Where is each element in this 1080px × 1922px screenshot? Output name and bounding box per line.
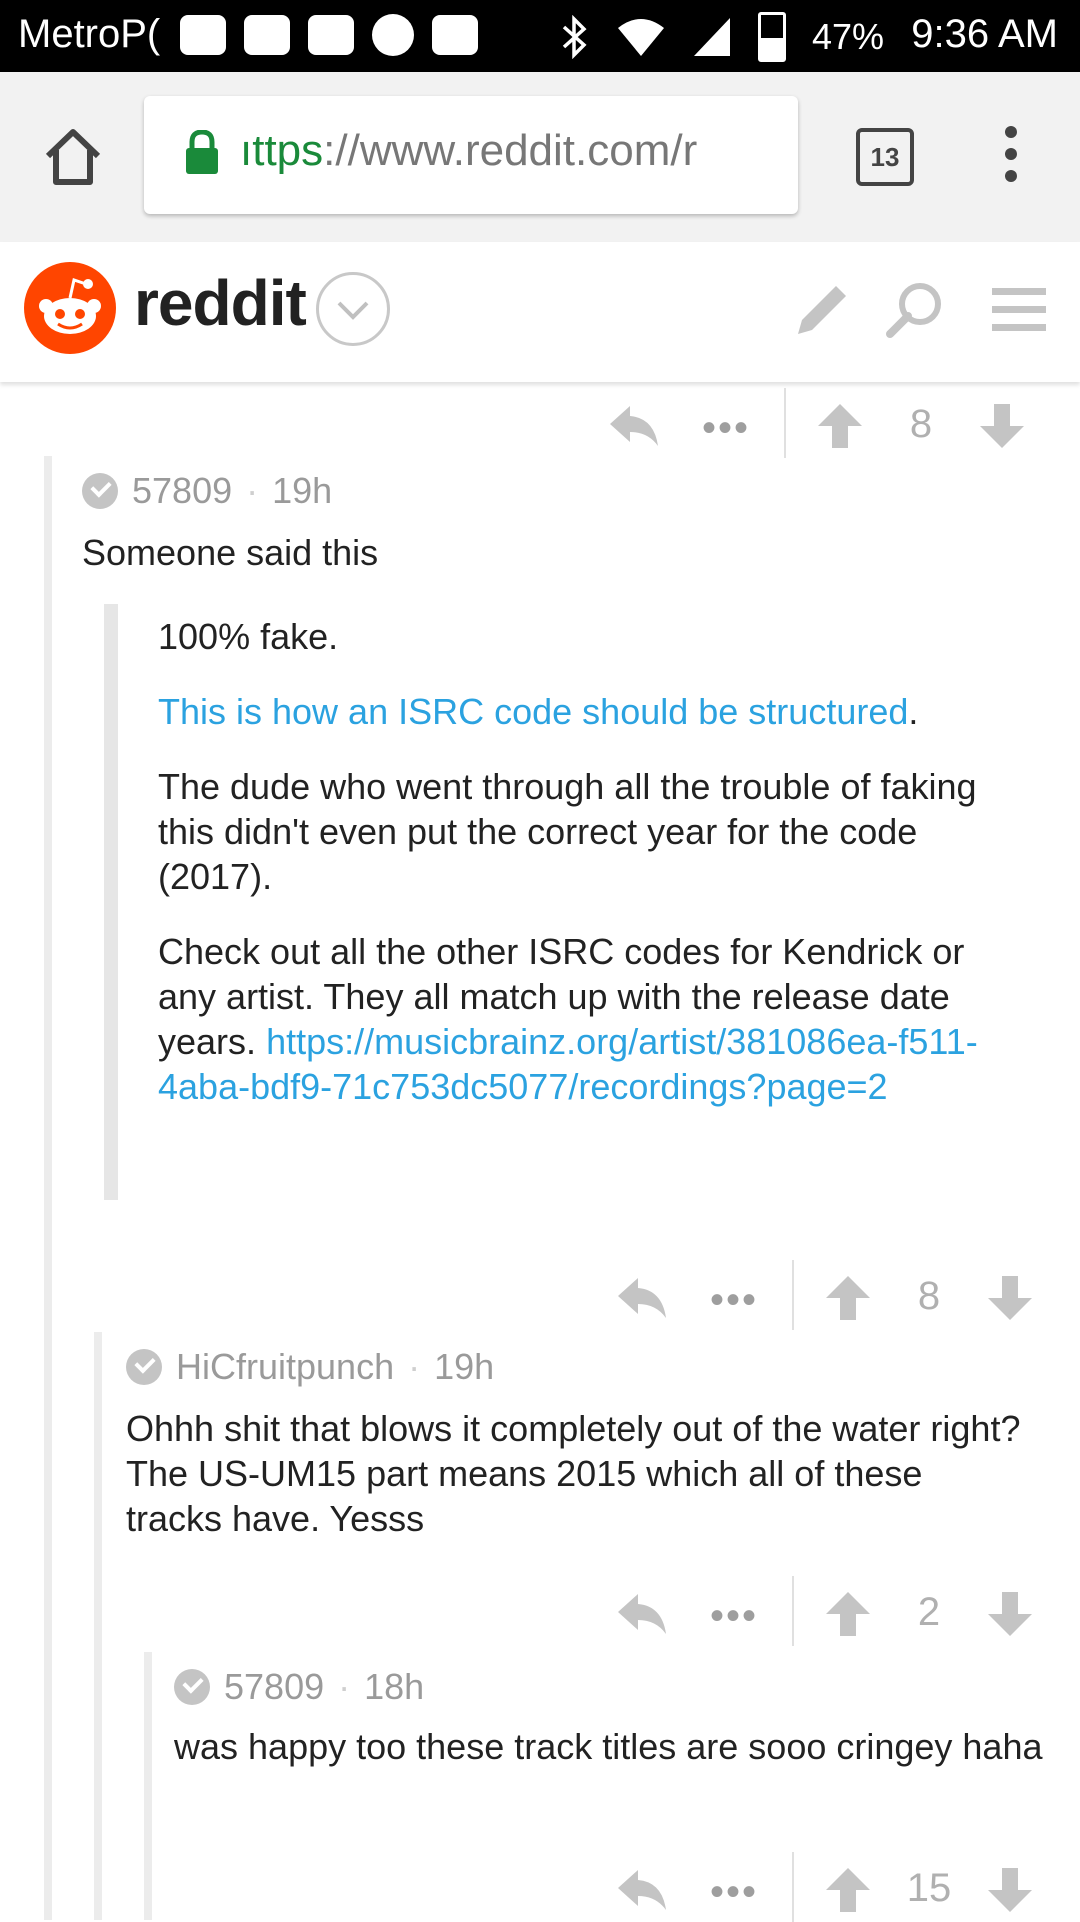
battery-percent: 47% (812, 16, 885, 57)
upvote-arrow-icon[interactable] (816, 402, 864, 450)
comment-age: 19h (272, 470, 333, 511)
isrc-structure-link[interactable]: This is how an ISRC code should be struc… (158, 691, 908, 732)
carrier-name: MetroP( (18, 12, 161, 56)
youtube-icon (308, 15, 354, 55)
shield-icon (372, 14, 414, 56)
upvote-arrow-icon[interactable] (824, 1274, 872, 1322)
reply-icon[interactable] (608, 402, 660, 450)
comment-body: Ohhh shit that blows it completely out o… (126, 1408, 1021, 1539)
url-bar[interactable]: ıttps://www.reddit.com/r (144, 96, 798, 214)
comment-age: 18h (364, 1666, 425, 1707)
more-options-icon[interactable]: ••• (710, 1280, 758, 1320)
vote-score: 8 (909, 402, 933, 446)
search-icon[interactable] (882, 278, 946, 342)
overflow-menu-icon[interactable] (996, 126, 1026, 190)
pencil-icon[interactable] (790, 278, 854, 342)
comment-meta: 57809 · 19h (82, 470, 332, 512)
comment-author[interactable]: HiCfruitpunch (176, 1346, 394, 1388)
battery-icon (758, 12, 786, 62)
quote-paragraph: The dude who went through all the troubl… (158, 766, 977, 897)
reply-icon[interactable] (616, 1866, 668, 1914)
divider (792, 1852, 794, 1922)
more-options-icon[interactable]: ••• (710, 1872, 758, 1912)
chevron-down-icon (337, 301, 369, 320)
reply-icon[interactable] (616, 1590, 668, 1638)
url-scheme: ıttps (240, 126, 324, 175)
downvote-arrow-icon[interactable] (986, 1590, 1034, 1638)
comment-body: Someone said this (82, 532, 379, 573)
comment-author[interactable]: 57809 (224, 1666, 324, 1708)
comment-actions: ••• 8 (616, 1260, 1056, 1330)
hamburger-menu-icon[interactable] (988, 278, 1052, 342)
vote-score: 15 (906, 1866, 952, 1910)
briefcase-icon (432, 15, 478, 55)
home-icon[interactable] (38, 122, 108, 192)
youtube-icon (244, 15, 290, 55)
more-options-icon[interactable]: ••• (710, 1596, 758, 1636)
downvote-arrow-icon[interactable] (978, 402, 1026, 450)
reply-icon[interactable] (616, 1274, 668, 1322)
comment-author[interactable]: 57809 (132, 470, 232, 512)
bluetooth-icon (562, 15, 587, 59)
vote-score: 8 (917, 1274, 941, 1318)
messenger-icon (180, 15, 226, 55)
more-options-icon[interactable]: ••• (702, 408, 750, 448)
comment-actions: ••• 15 (616, 1852, 1056, 1922)
comment-body: was happy too these track titles are soo… (174, 1726, 1043, 1767)
quote-block: 100% fake. This is how an ISRC code shou… (104, 604, 1018, 1200)
upvote-arrow-icon[interactable] (824, 1590, 872, 1638)
separator-dot: · (408, 1346, 421, 1387)
comment-actions: ••• 2 (616, 1576, 1056, 1646)
comment: 57809 · 18h was happy too these track ti… (144, 1652, 1080, 1922)
comment-age: 19h (434, 1346, 495, 1387)
reddit-header: reddit (0, 242, 1080, 382)
signal-icon (694, 18, 730, 56)
divider (792, 1260, 794, 1330)
comment-actions: ••• 8 (608, 388, 1048, 458)
reddit-logo-icon[interactable] (24, 262, 116, 354)
notification-icons (180, 14, 478, 56)
system-icons: 47% (560, 12, 884, 62)
upvote-arrow-icon[interactable] (824, 1866, 872, 1914)
tab-switcher-button[interactable]: 13 (856, 128, 914, 186)
url-rest: ://www.reddit.com/r (323, 126, 698, 175)
downvote-arrow-icon[interactable] (986, 1274, 1034, 1322)
status-bar: MetroP( 47% 9:36 AM (0, 0, 1080, 72)
browser-toolbar: ıttps://www.reddit.com/r 13 (0, 72, 1080, 244)
quote-paragraph: 100% fake. (158, 616, 339, 657)
community-dropdown-button[interactable] (316, 272, 390, 346)
separator-dot: · (338, 1666, 351, 1707)
vote-score: 2 (917, 1590, 941, 1634)
comment-meta: 57809 · 18h (174, 1666, 424, 1708)
wifi-icon (618, 19, 664, 56)
comment-meta: HiCfruitpunch · 19h (126, 1346, 494, 1388)
comment: 57809 · 19h Someone said this 100% fake.… (44, 456, 1080, 1922)
downvote-arrow-icon[interactable] (986, 1866, 1034, 1914)
collapse-check-icon[interactable] (82, 473, 118, 509)
collapse-check-icon[interactable] (126, 1349, 162, 1385)
url-text: ıttps://www.reddit.com/r (240, 126, 697, 176)
musicbrainz-link[interactable]: https://musicbrainz.org/artist/381086ea-… (158, 1021, 978, 1107)
lock-icon (186, 130, 218, 174)
reddit-wordmark: reddit (134, 267, 307, 339)
clock: 9:36 AM (911, 12, 1058, 56)
divider (784, 388, 786, 458)
quote-punctuation: . (908, 691, 919, 732)
separator-dot: · (246, 470, 259, 511)
quote-paragraph: Check out all the other ISRC codes for K… (158, 929, 1018, 1109)
comment: HiCfruitpunch · 19h Ohhh shit that blows… (94, 1332, 1080, 1922)
collapse-check-icon[interactable] (174, 1669, 210, 1705)
tab-count: 13 (870, 141, 900, 172)
divider (792, 1576, 794, 1646)
quote-paragraph: This is how an ISRC code should be struc… (158, 689, 1018, 734)
